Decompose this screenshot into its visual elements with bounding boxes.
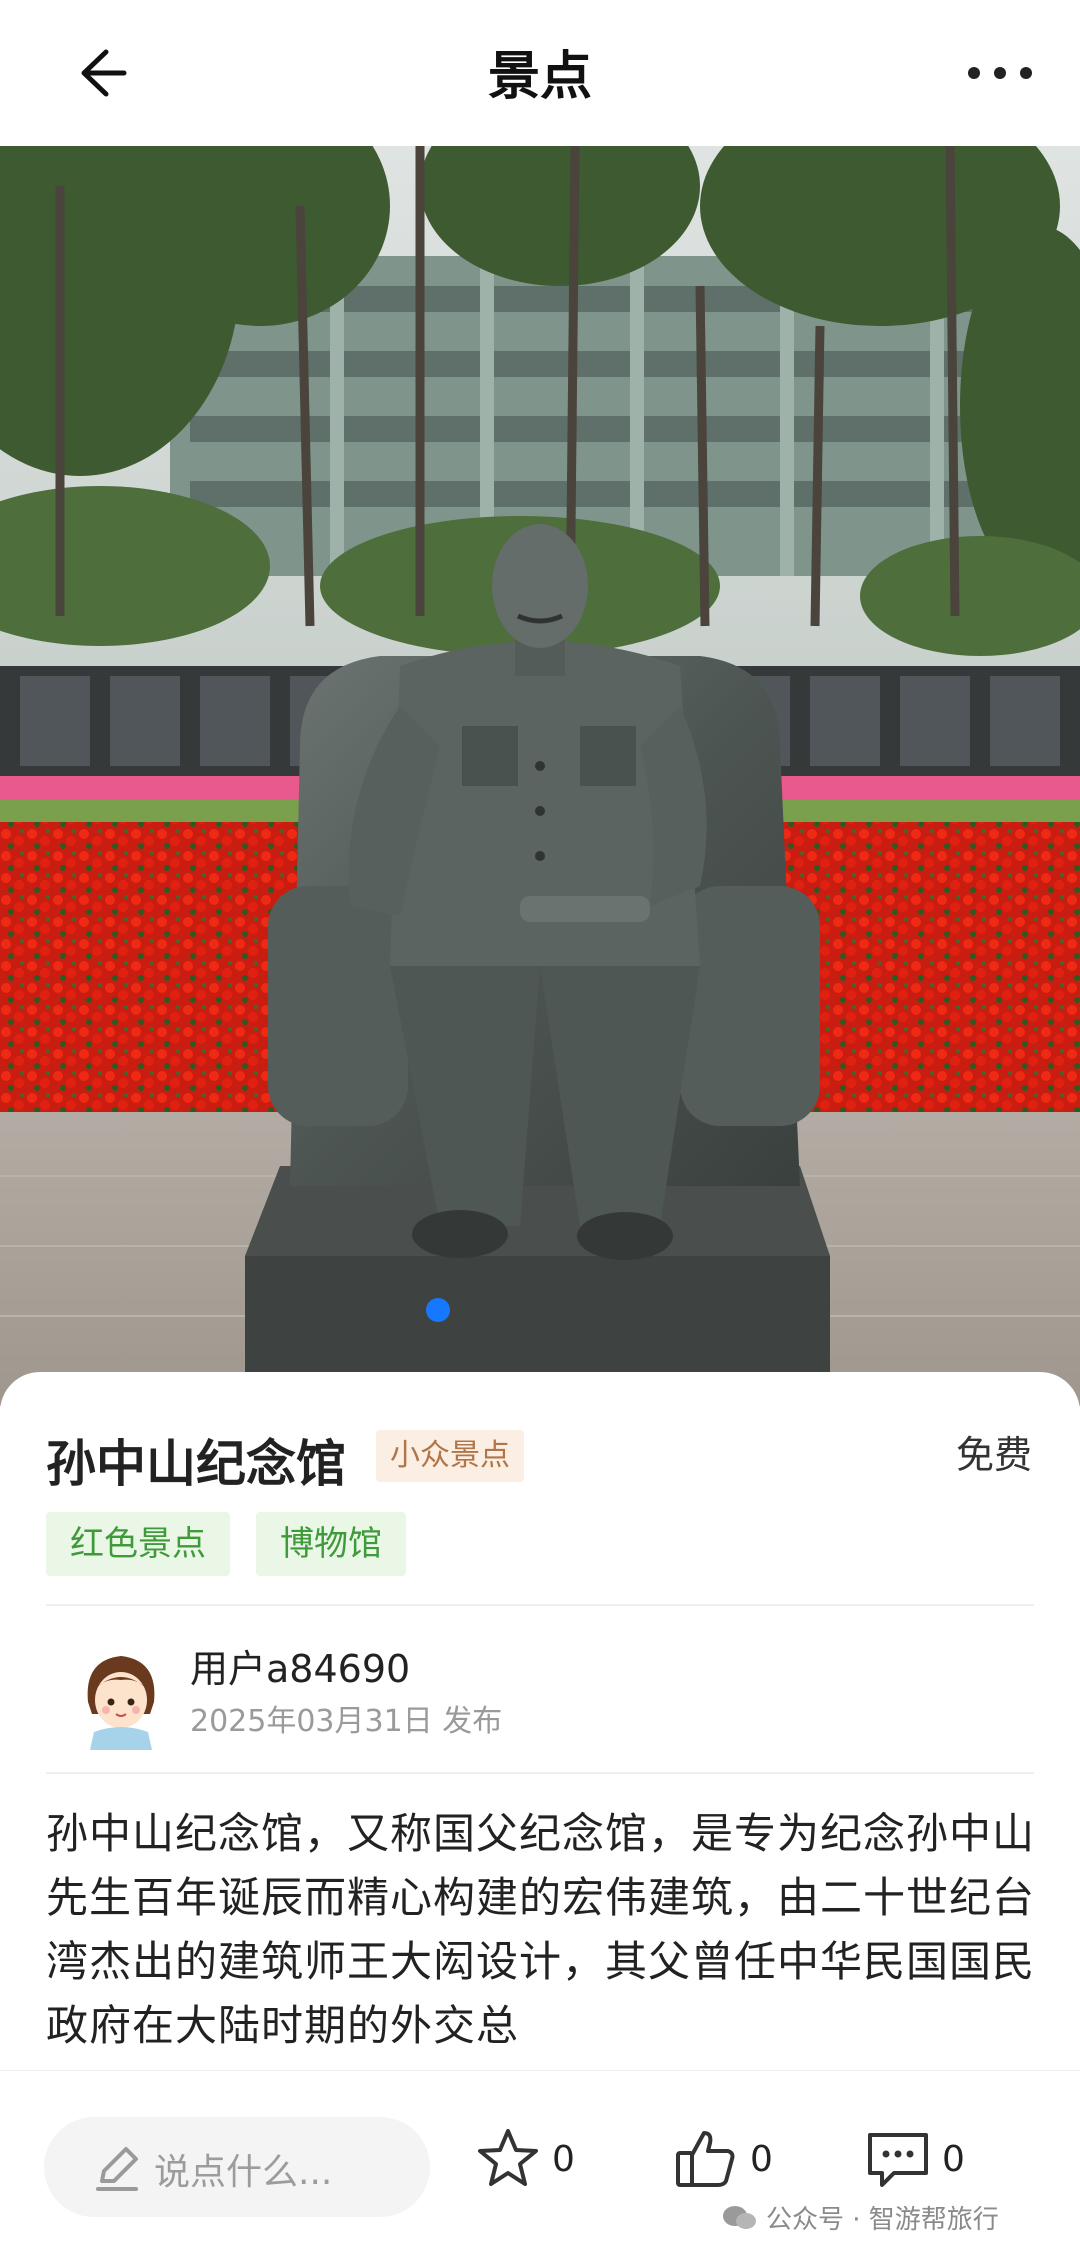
like-button[interactable]: 0: [672, 2125, 792, 2205]
watermark: 公众号 · 智游帮旅行: [722, 2199, 999, 2236]
user-avatar[interactable]: [66, 1642, 176, 1752]
hero-photo[interactable]: [0, 146, 1080, 1406]
comment-bubble-icon: [868, 2133, 928, 2187]
comment-button[interactable]: 0: [864, 2125, 984, 2205]
divider: [46, 1604, 1034, 1606]
category-tags: 红色景点 博物馆: [46, 1512, 406, 1576]
comment-placeholder: 说点什么...: [154, 2152, 333, 2193]
place-name: 孙中山纪念馆: [46, 1435, 346, 1493]
thumbs-up-icon: [676, 2131, 735, 2187]
category-tag[interactable]: 红色景点: [46, 1512, 230, 1576]
comment-count: 0: [942, 2139, 965, 2180]
admission-price: 免费: [955, 1433, 1032, 1477]
bottom-action-bar: 说点什么... 0 0 0 公众号 · 智游帮旅行: [0, 2070, 1080, 2257]
post-date: 2025年03月31日 发布: [190, 1704, 503, 1739]
page-title: 景点: [487, 47, 592, 107]
niche-spot-tag: 小众景点: [376, 1430, 524, 1482]
author-name[interactable]: 用户a84690: [190, 1638, 410, 1693]
spot-description: 孙中山纪念馆，又称国父纪念馆，是专为纪念孙中山先生百年诞辰而精心构建的宏伟建筑，…: [46, 1809, 1036, 2050]
more-button[interactable]: [960, 48, 1040, 98]
more-dots-icon: [968, 67, 1032, 79]
favorite-button[interactable]: 0: [474, 2125, 594, 2205]
star-outline-icon: [478, 2129, 538, 2186]
comment-input[interactable]: 说点什么...: [44, 2117, 430, 2217]
watermark-text: 公众号 · 智游帮旅行: [766, 2205, 999, 2235]
carousel-page-indicator: [426, 1298, 450, 1322]
pen-icon: [96, 2147, 138, 2191]
top-bar: 景点: [0, 0, 1080, 146]
category-tag[interactable]: 博物馆: [256, 1512, 406, 1576]
statue-photo: [0, 146, 1080, 1406]
like-count: 0: [750, 2139, 773, 2180]
wechat-icon: [723, 2205, 756, 2229]
favorite-count: 0: [552, 2139, 575, 2180]
divider: [46, 1772, 1034, 1774]
